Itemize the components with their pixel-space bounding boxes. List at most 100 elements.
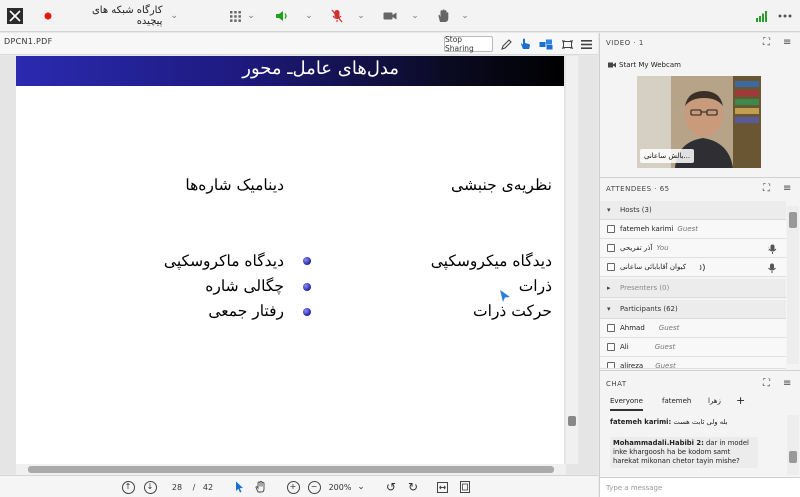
video-count: 1 xyxy=(638,39,644,47)
chat-input[interactable]: Type a message xyxy=(600,477,800,497)
minus-icon: − xyxy=(307,480,321,494)
start-webcam-button[interactable]: Start My Webcam xyxy=(608,58,681,72)
arrow-up-icon: ↑ xyxy=(121,480,135,494)
right-item: دیدگاه میکروسکپی xyxy=(430,252,552,270)
attendee-row[interactable]: alireza Guest xyxy=(600,357,786,369)
right-column-heading: نظریه‌ی جنبشی xyxy=(451,176,552,194)
chat-message: fatemeh karimi: بله ولی ثابت هست xyxy=(610,418,780,427)
document-horizontal-scrollbar[interactable] xyxy=(16,464,566,475)
scrollbar-thumb[interactable] xyxy=(789,451,797,463)
attendee-checkbox[interactable] xyxy=(607,343,615,351)
chat-scrollbar[interactable] xyxy=(787,415,799,475)
app-logo-icon[interactable] xyxy=(6,0,24,32)
zoom-level[interactable]: 200% xyxy=(326,478,354,496)
slide-title-bar: مدل‌های عامل‌ـ محور xyxy=(16,56,564,86)
fit-width-icon[interactable] xyxy=(435,478,449,496)
camera-icon[interactable] xyxy=(382,0,398,32)
chevron-down-icon[interactable]: ⌄ xyxy=(304,0,314,32)
mic-muted-icon[interactable] xyxy=(330,0,344,32)
attendee-checkbox[interactable] xyxy=(607,324,615,332)
attendee-row[interactable]: fatemeh karimi Guest xyxy=(600,220,786,239)
chat-text: بله ولی ثابت هست xyxy=(673,418,728,426)
camera-icon xyxy=(608,62,616,68)
app-window: ⌄ کارگاه شبکه های پیچیده ⌄ ⌄ ⌄ ⌄ ⌄ DPCN1… xyxy=(0,0,800,497)
hand-tool-icon[interactable] xyxy=(253,478,267,496)
rotate-left-icon[interactable]: ↺ xyxy=(384,478,398,496)
mic-icon xyxy=(768,244,777,254)
fullscreen-icon[interactable]: ⛶ xyxy=(763,37,771,48)
room-title[interactable]: ⌄ کارگاه شبکه های پیچیده xyxy=(70,0,178,32)
presenters-group[interactable]: ▸ Presenters (0) xyxy=(600,279,786,298)
attendee-role: Guest xyxy=(677,225,698,233)
pod-menu-icon[interactable] xyxy=(578,36,594,52)
fit-page-icon[interactable] xyxy=(458,478,472,496)
shared-document-viewer[interactable]: مدل‌های عامل‌ـ محور دینامیک شاره‌ها نظری… xyxy=(0,56,598,474)
attendee-checkbox[interactable] xyxy=(607,362,615,368)
attendee-checkbox[interactable] xyxy=(607,225,615,233)
scrollbar-thumb[interactable] xyxy=(28,466,554,473)
attendees-pod-title: ATTENDEES · 65 xyxy=(606,185,670,193)
participant-video-feed[interactable]: ...بالش ساعانی xyxy=(637,76,761,168)
chevron-down-icon[interactable]: ⌄ xyxy=(460,0,470,32)
fullscreen-icon[interactable] xyxy=(559,36,575,52)
chat-tab-private[interactable]: fatemeh xyxy=(662,397,691,411)
pod-menu-icon[interactable]: ≡ xyxy=(783,378,792,389)
grid-apps-icon[interactable] xyxy=(228,0,242,32)
bullet-dot xyxy=(303,308,311,316)
zoom-out-button[interactable]: − xyxy=(307,478,321,496)
attendee-role: Guest xyxy=(658,324,680,332)
pod-menu-icon[interactable]: ≡ xyxy=(783,183,792,194)
bullet-dot xyxy=(303,257,311,265)
sync-icon[interactable] xyxy=(538,36,554,52)
attendee-row[interactable]: آذر تفریحی You xyxy=(600,239,786,258)
fullscreen-icon[interactable]: ⛶ xyxy=(763,378,771,389)
page-number-input[interactable]: 28 xyxy=(168,478,186,496)
pointer-tool-icon[interactable] xyxy=(232,478,246,496)
chevron-down-icon: ▾ xyxy=(607,305,611,313)
arrow-down-icon: ↓ xyxy=(143,480,157,494)
hosts-group[interactable]: ▾ Hosts (3) xyxy=(600,201,786,220)
chevron-down-icon[interactable]: ⌄ xyxy=(356,0,366,32)
video-pod-header: VIDEO · 1 ⛶ ≡ xyxy=(600,33,800,53)
record-icon[interactable] xyxy=(42,0,54,32)
pod-divider xyxy=(600,370,800,371)
attendee-checkbox[interactable] xyxy=(607,244,615,252)
attendee-row[interactable]: کیوان آقابابائی ساعانی xyxy=(600,258,786,277)
participants-group-label: Participants (62) xyxy=(620,305,678,313)
pointer-hand-icon[interactable] xyxy=(517,36,533,52)
chat-tab-private[interactable]: زهرا xyxy=(708,397,721,411)
page-separator: / xyxy=(192,482,196,492)
zoom-in-button[interactable]: + xyxy=(286,478,300,496)
right-item: حرکت ذرات xyxy=(473,302,552,320)
chevron-down-icon[interactable]: ⌄ xyxy=(356,478,366,496)
chevron-down-icon[interactable]: ⌄ xyxy=(410,0,420,32)
slide-page: مدل‌های عامل‌ـ محور دینامیک شاره‌ها نظری… xyxy=(16,56,564,464)
raise-hand-icon[interactable] xyxy=(436,0,450,32)
chat-tab-everyone[interactable]: Everyone xyxy=(610,397,643,411)
page-up-button[interactable]: ↑ xyxy=(121,478,135,496)
attendee-row[interactable]: Ali Guest xyxy=(600,338,786,357)
chat-message: Mohammadali.Habibi 2: dar in model inke … xyxy=(610,437,758,468)
chevron-down-icon[interactable]: ⌄ xyxy=(246,0,256,32)
add-chat-tab-button[interactable]: + xyxy=(736,394,745,408)
fullscreen-icon[interactable]: ⛶ xyxy=(763,183,771,194)
attendee-checkbox[interactable] xyxy=(607,263,615,271)
more-menu-icon[interactable] xyxy=(774,0,796,32)
speaker-icon[interactable] xyxy=(274,0,290,32)
attendee-row[interactable]: Ahmad Guest xyxy=(600,319,786,338)
pencil-icon[interactable] xyxy=(498,36,514,52)
top-toolbar: ⌄ کارگاه شبکه های پیچیده ⌄ ⌄ ⌄ ⌄ ⌄ xyxy=(0,0,800,32)
rotate-right-icon[interactable]: ↻ xyxy=(406,478,420,496)
scrollbar-thumb[interactable] xyxy=(568,416,576,426)
attendees-scrollbar[interactable] xyxy=(787,206,799,364)
stop-sharing-button[interactable]: Stop Sharing xyxy=(444,35,493,53)
attendee-name: alireza xyxy=(620,362,644,369)
page-down-button[interactable]: ↓ xyxy=(143,478,157,496)
participants-group[interactable]: ▾ Participants (62) xyxy=(600,300,786,319)
document-vertical-scrollbar[interactable] xyxy=(566,56,578,464)
video-pod-title: VIDEO · 1 xyxy=(606,39,644,47)
pod-menu-icon[interactable]: ≡ xyxy=(783,37,792,48)
speaking-icon xyxy=(699,263,705,272)
share-pod-header: DPCN1.PDF Stop Sharing xyxy=(0,33,598,55)
scrollbar-thumb[interactable] xyxy=(789,212,797,228)
